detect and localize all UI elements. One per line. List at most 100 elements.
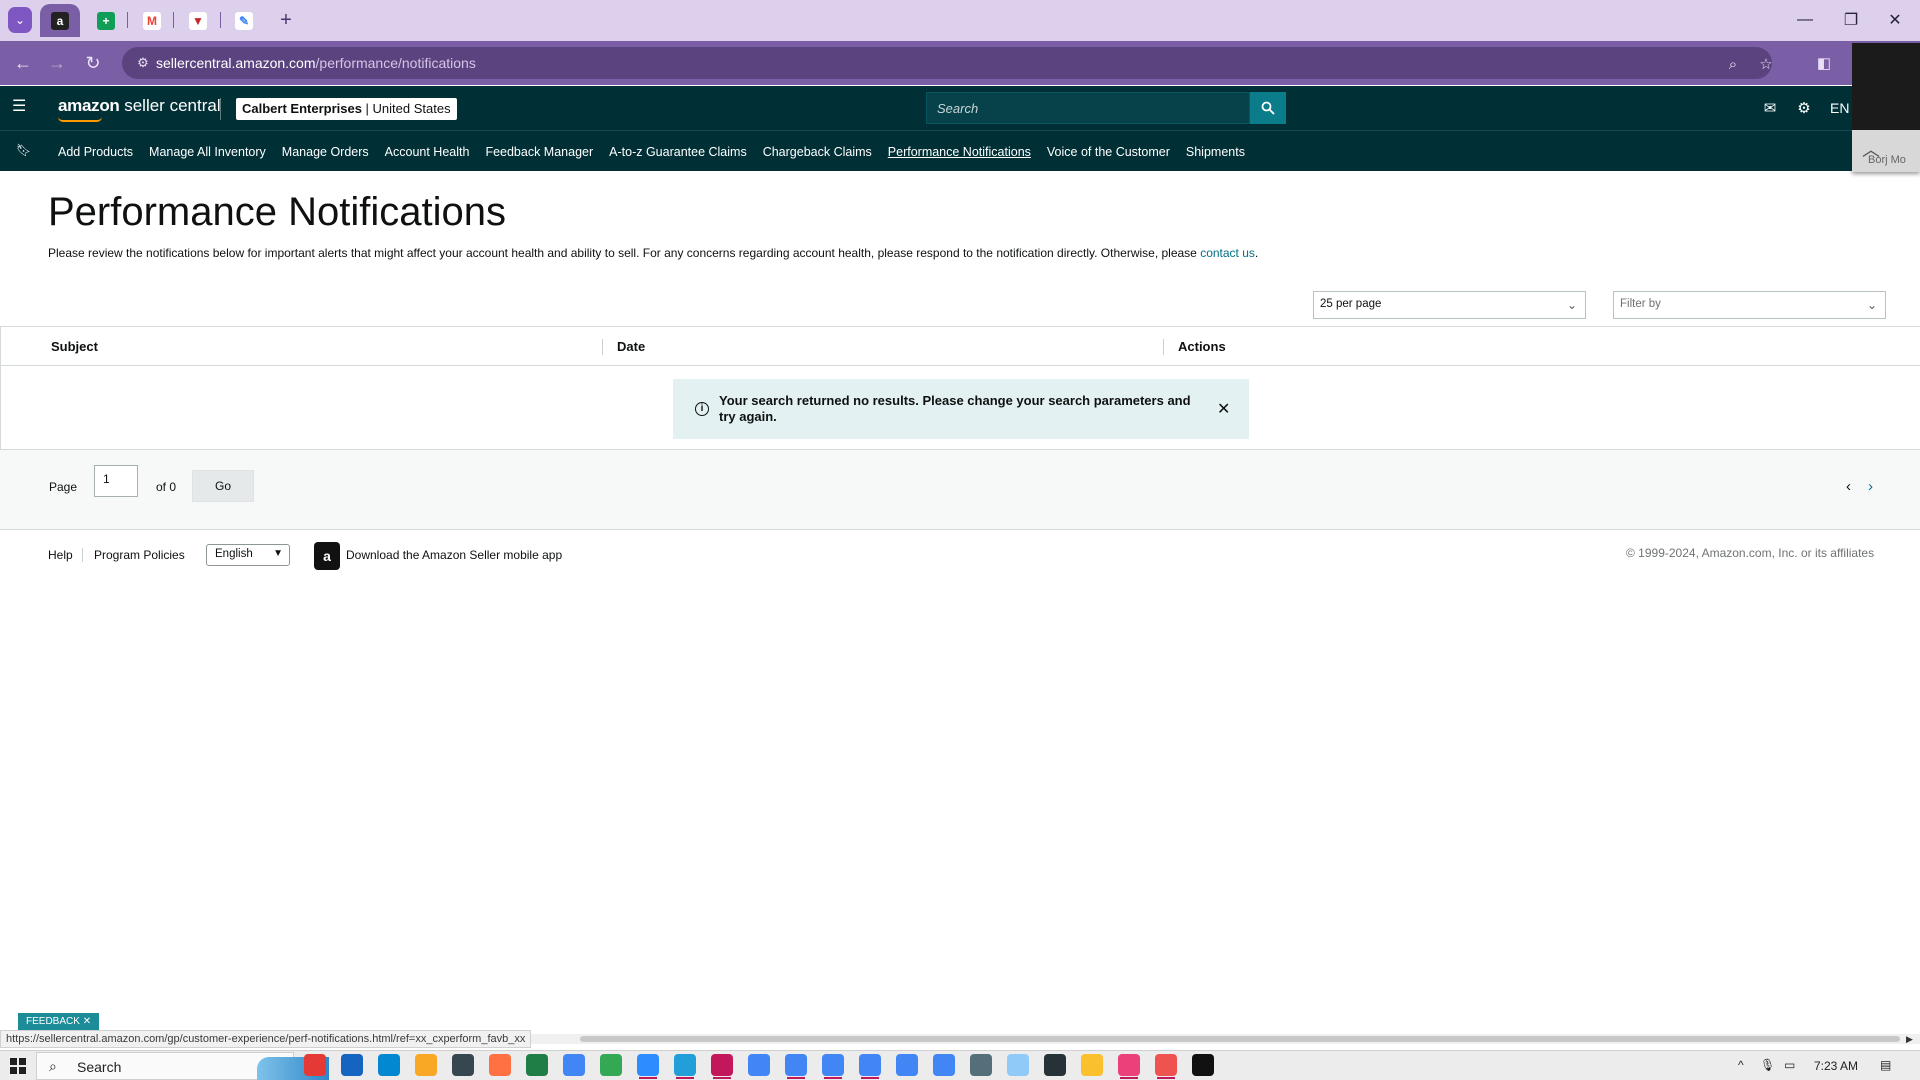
taskbar-app-icon[interactable]: [933, 1054, 955, 1076]
taskbar-app-icon[interactable]: [637, 1054, 659, 1079]
tab-sheets[interactable]: +: [92, 4, 120, 37]
column-actions[interactable]: Actions: [1178, 339, 1226, 354]
chevron-down-icon: ▼: [273, 548, 283, 559]
nav-manage-all-inventory[interactable]: Manage All Inventory: [141, 145, 274, 159]
taskbar-clock[interactable]: 7:23 AM: [1814, 1059, 1858, 1073]
windows-taskbar: ⌕ Search ^ 🎙︎ ▭ 7:23 AM ▤: [0, 1050, 1920, 1080]
browser-toolbar: ← → ↻ ⚙ sellercentral.amazon.com/perform…: [0, 41, 1920, 85]
taskbar-app-icon[interactable]: [970, 1054, 992, 1076]
per-page-select[interactable]: 25 per page ⌄: [1313, 291, 1586, 319]
help-link[interactable]: Help: [48, 548, 73, 562]
seller-central-logo[interactable]: amazon seller central: [58, 96, 221, 116]
back-arrow-icon[interactable]: ←: [10, 51, 36, 75]
column-subject[interactable]: Subject: [51, 339, 98, 354]
pen-tool-favicon-icon: ✎: [235, 11, 253, 30]
amazon-app-icon[interactable]: a: [314, 542, 340, 570]
page-title: Performance Notifications: [48, 190, 506, 234]
scrollbar-thumb[interactable]: [580, 1036, 1900, 1042]
tab-pen-tool[interactable]: ✎: [230, 4, 258, 37]
nav-feedback-manager[interactable]: Feedback Manager: [477, 145, 601, 159]
minimize-button[interactable]: —: [1790, 8, 1820, 32]
taskbar-app-icon[interactable]: [674, 1054, 696, 1079]
nav-performance-notifications[interactable]: Performance Notifications: [880, 145, 1039, 159]
column-date[interactable]: Date: [617, 339, 645, 354]
taskbar-app-icon[interactable]: [785, 1054, 807, 1079]
taskbar-app-icon[interactable]: [1155, 1054, 1177, 1079]
bookmark-star-icon[interactable]: ☆: [1755, 53, 1777, 75]
taskbar-app-icon[interactable]: [489, 1054, 511, 1076]
forward-arrow-icon[interactable]: →: [44, 51, 70, 75]
page-footer: Help Program Policies English ▼ a Downlo…: [0, 540, 1920, 580]
taskbar-app-icon[interactable]: [748, 1054, 770, 1076]
taskbar-search[interactable]: ⌕ Search: [36, 1052, 329, 1080]
nav-add-products[interactable]: Add Products: [50, 145, 141, 159]
nav-chargeback-claims[interactable]: Chargeback Claims: [755, 145, 880, 159]
bookmark-icon[interactable]: 🔖︎: [16, 143, 31, 157]
nav-shipments[interactable]: Shipments: [1178, 145, 1253, 159]
address-bar[interactable]: ⚙ sellercentral.amazon.com/performance/n…: [122, 47, 1773, 79]
hamburger-menu-icon[interactable]: ☰: [12, 99, 28, 115]
taskbar-app-icon[interactable]: [1007, 1054, 1029, 1076]
pagination-bar: Page 1 of 0 Go ‹ ›: [0, 450, 1920, 530]
zoom-icon[interactable]: ⌕: [1722, 53, 1744, 75]
microphone-icon[interactable]: 🎙︎: [1760, 1058, 1775, 1072]
account-switcher[interactable]: Calbert Enterprises | United States: [236, 98, 457, 120]
taskbar-app-icon[interactable]: [896, 1054, 918, 1076]
nav-a-to-z-guarantee-claims[interactable]: A-to-z Guarantee Claims: [601, 145, 755, 159]
page-number-input[interactable]: 1: [94, 465, 138, 497]
footer-language-select[interactable]: English ▼: [206, 544, 290, 566]
windows-start-icon[interactable]: [10, 1058, 26, 1074]
contact-us-link[interactable]: contact us: [1200, 246, 1255, 260]
restore-button[interactable]: ❐: [1836, 8, 1866, 32]
filter-by-select[interactable]: Filter by ⌄: [1613, 291, 1886, 319]
taskbar-app-icon[interactable]: [1081, 1054, 1103, 1076]
search-placeholder: Search: [937, 101, 979, 116]
nav-account-health[interactable]: Account Health: [377, 145, 478, 159]
taskbar-app-icon[interactable]: [304, 1054, 326, 1076]
mail-icon[interactable]: ✉: [1760, 99, 1780, 117]
taskbar-app-icon[interactable]: [859, 1054, 881, 1079]
close-window-button[interactable]: ✕: [1880, 8, 1910, 32]
taskbar-app-icon[interactable]: [1118, 1054, 1140, 1079]
tab-search-chevron-icon[interactable]: ⌄: [8, 7, 32, 33]
chevron-left-icon[interactable]: ‹: [1846, 478, 1851, 495]
show-hidden-icons-icon[interactable]: ^: [1738, 1058, 1744, 1072]
gear-icon[interactable]: ⚙: [1794, 99, 1814, 117]
site-info-icon[interactable]: ⚙: [134, 54, 152, 72]
amazon-favicon-icon: a: [51, 11, 69, 30]
taskbar-app-icon[interactable]: [526, 1054, 548, 1076]
footer-separator: [82, 548, 83, 562]
reload-icon[interactable]: ↻: [80, 51, 106, 75]
tab-gmail[interactable]: M: [138, 4, 166, 37]
taskbar-app-icon[interactable]: [563, 1054, 585, 1076]
battery-icon[interactable]: ▭: [1784, 1058, 1795, 1072]
close-icon[interactable]: ✕: [83, 1016, 91, 1027]
taskbar-app-icon[interactable]: [341, 1054, 363, 1076]
nav-voice-of-the-customer[interactable]: Voice of the Customer: [1039, 145, 1178, 159]
taskbar-app-icon[interactable]: [1192, 1054, 1214, 1076]
taskbar-app-icon[interactable]: [452, 1054, 474, 1076]
taskbar-app-icon[interactable]: [1044, 1054, 1066, 1076]
taskbar-app-icon[interactable]: [711, 1054, 733, 1079]
language-selector[interactable]: EN: [1830, 100, 1849, 116]
taskbar-app-icon[interactable]: [378, 1054, 400, 1076]
program-policies-link[interactable]: Program Policies: [94, 548, 185, 562]
feedback-button[interactable]: FEEDBACK ✕: [18, 1013, 100, 1030]
close-icon[interactable]: ✕: [1217, 399, 1230, 419]
tab-amazon[interactable]: a: [40, 4, 80, 37]
scroll-right-icon[interactable]: ▶: [1906, 1034, 1913, 1045]
taskbar-app-icon[interactable]: [822, 1054, 844, 1079]
nav-manage-orders[interactable]: Manage Orders: [274, 145, 377, 159]
notification-icon[interactable]: ▤: [1880, 1058, 1891, 1072]
side-panel-icon[interactable]: ◧: [1812, 51, 1836, 75]
new-tab-button[interactable]: +: [274, 8, 298, 32]
taskbar-app-icon[interactable]: [600, 1054, 622, 1076]
download-app-link[interactable]: Download the Amazon Seller mobile app: [346, 548, 562, 562]
chevron-right-icon[interactable]: ›: [1868, 478, 1873, 495]
search-button[interactable]: [1250, 92, 1286, 124]
tab-todoist[interactable]: ▼: [184, 4, 212, 37]
header-search-input[interactable]: Search: [926, 92, 1250, 124]
taskbar-app-icon[interactable]: [415, 1054, 437, 1076]
browser-tab-strip: ⌄ a + M ▼ ✎ + — ❐ ✕: [0, 0, 1920, 41]
go-button[interactable]: Go: [192, 470, 254, 502]
